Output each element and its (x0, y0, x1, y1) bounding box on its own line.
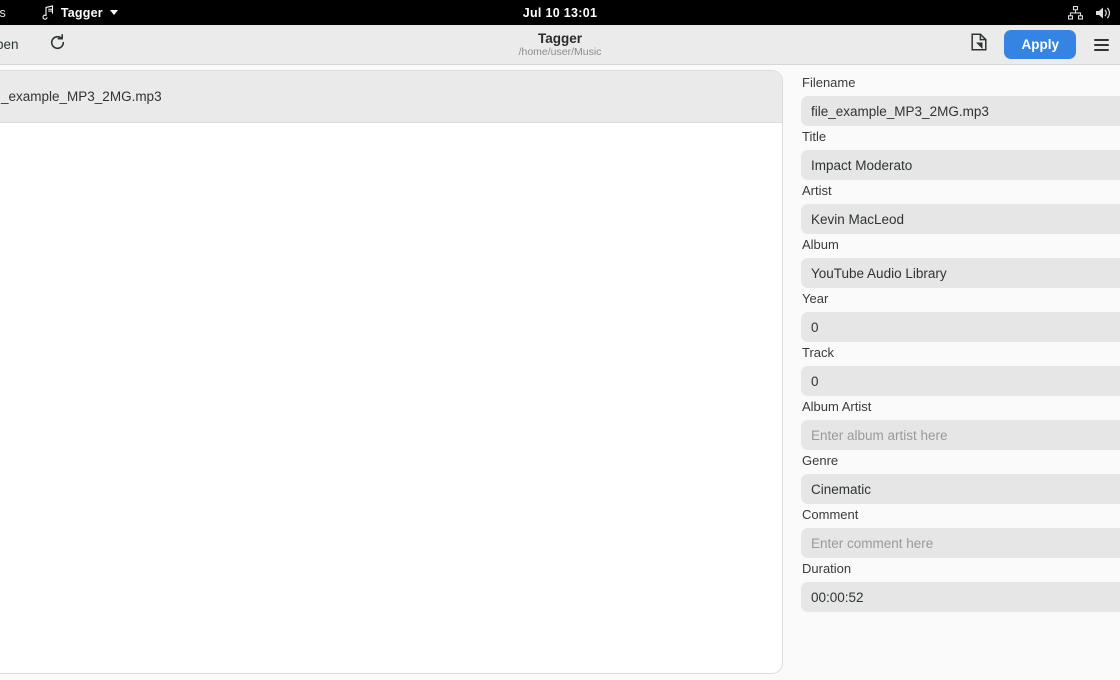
field-label-comment: Comment (802, 507, 859, 522)
album-artist-input[interactable]: Enter album artist here (801, 420, 1120, 450)
title-input[interactable]: Impact Moderato (801, 150, 1120, 180)
file-tag-button[interactable] (968, 33, 990, 56)
system-top-bar: ties Tagger Jul 10 13:01 (0, 0, 1120, 25)
duration-input: 00:00:52 (801, 582, 1120, 612)
field-title: Title Impact Moderato (793, 128, 1120, 180)
page-title: Tagger (537, 30, 582, 46)
activities-button[interactable]: ties (0, 6, 14, 20)
field-album-artist: Album Artist Enter album artist here (793, 398, 1120, 450)
app-menu-label: Tagger (60, 5, 103, 20)
file-list-item-label: _example_MP3_2MG.mp3 (1, 89, 162, 104)
field-label-artist: Artist (802, 183, 832, 198)
refresh-button[interactable] (45, 32, 71, 58)
header-title-block: Tagger /home/user/Music (0, 31, 1120, 59)
field-label-duration: Duration (802, 561, 852, 576)
field-label-album: Album (802, 237, 839, 252)
track-input[interactable]: 0 (801, 366, 1120, 396)
field-label-album-artist: Album Artist (802, 399, 872, 414)
hamburger-menu-button[interactable] (1090, 34, 1112, 56)
hamburger-line-2 (1093, 43, 1109, 46)
field-comment: Comment Enter comment here (793, 506, 1120, 558)
app-header-bar: pen Tagger /home/user/Music Apply (0, 25, 1120, 65)
field-label-filename: Filename (802, 75, 856, 90)
artist-input[interactable]: Kevin MacLeod (801, 204, 1120, 234)
header-right-group: Apply (968, 30, 1112, 59)
apply-button[interactable]: Apply (1004, 30, 1076, 59)
volume-speaker-icon (1095, 6, 1112, 20)
open-button[interactable]: pen (0, 32, 29, 57)
genre-input[interactable]: Cinematic (801, 474, 1120, 504)
field-genre: Genre Cinematic (793, 452, 1120, 504)
filename-input[interactable]: file_example_MP3_2MG.mp3 (801, 96, 1120, 126)
system-status-area[interactable] (1068, 0, 1112, 25)
main-content-area: _example_MP3_2MG.mp3 Filename file_examp… (0, 66, 1120, 680)
year-input[interactable]: 0 (801, 312, 1120, 342)
network-sitemap-icon (1068, 5, 1083, 20)
field-artist: Artist Kevin MacLeod (793, 182, 1120, 234)
field-label-genre: Genre (802, 453, 839, 468)
hamburger-line-3 (1093, 48, 1109, 51)
file-list-panel: _example_MP3_2MG.mp3 (0, 70, 783, 674)
field-album: Album YouTube Audio Library (793, 236, 1120, 288)
top-bar-left-group: ties Tagger (0, 0, 124, 25)
header-left-group: pen (0, 25, 71, 64)
hamburger-line-1 (1093, 38, 1109, 41)
comment-input[interactable]: Enter comment here (801, 528, 1120, 558)
page-subtitle-path: /home/user/Music (518, 45, 602, 58)
file-tag-icon (971, 33, 988, 56)
chevron-down-icon (109, 10, 118, 15)
music-note-icon (42, 5, 55, 20)
field-duration: Duration 00:00:52 (793, 560, 1120, 612)
field-track: Track 0 (793, 344, 1120, 396)
field-filename: Filename file_example_MP3_2MG.mp3 (793, 74, 1120, 126)
clock-label[interactable]: Jul 10 13:01 (0, 6, 1120, 20)
field-label-title: Title (802, 129, 827, 144)
field-label-year: Year (802, 291, 829, 306)
tag-properties-panel: Filename file_example_MP3_2MG.mp3 Title … (793, 66, 1120, 680)
list-item[interactable]: _example_MP3_2MG.mp3 (0, 71, 782, 123)
album-input[interactable]: YouTube Audio Library (801, 258, 1120, 288)
field-year: Year 0 (793, 290, 1120, 342)
refresh-icon (49, 33, 66, 56)
field-label-track: Track (802, 345, 835, 360)
app-menu-button[interactable]: Tagger (36, 3, 124, 22)
